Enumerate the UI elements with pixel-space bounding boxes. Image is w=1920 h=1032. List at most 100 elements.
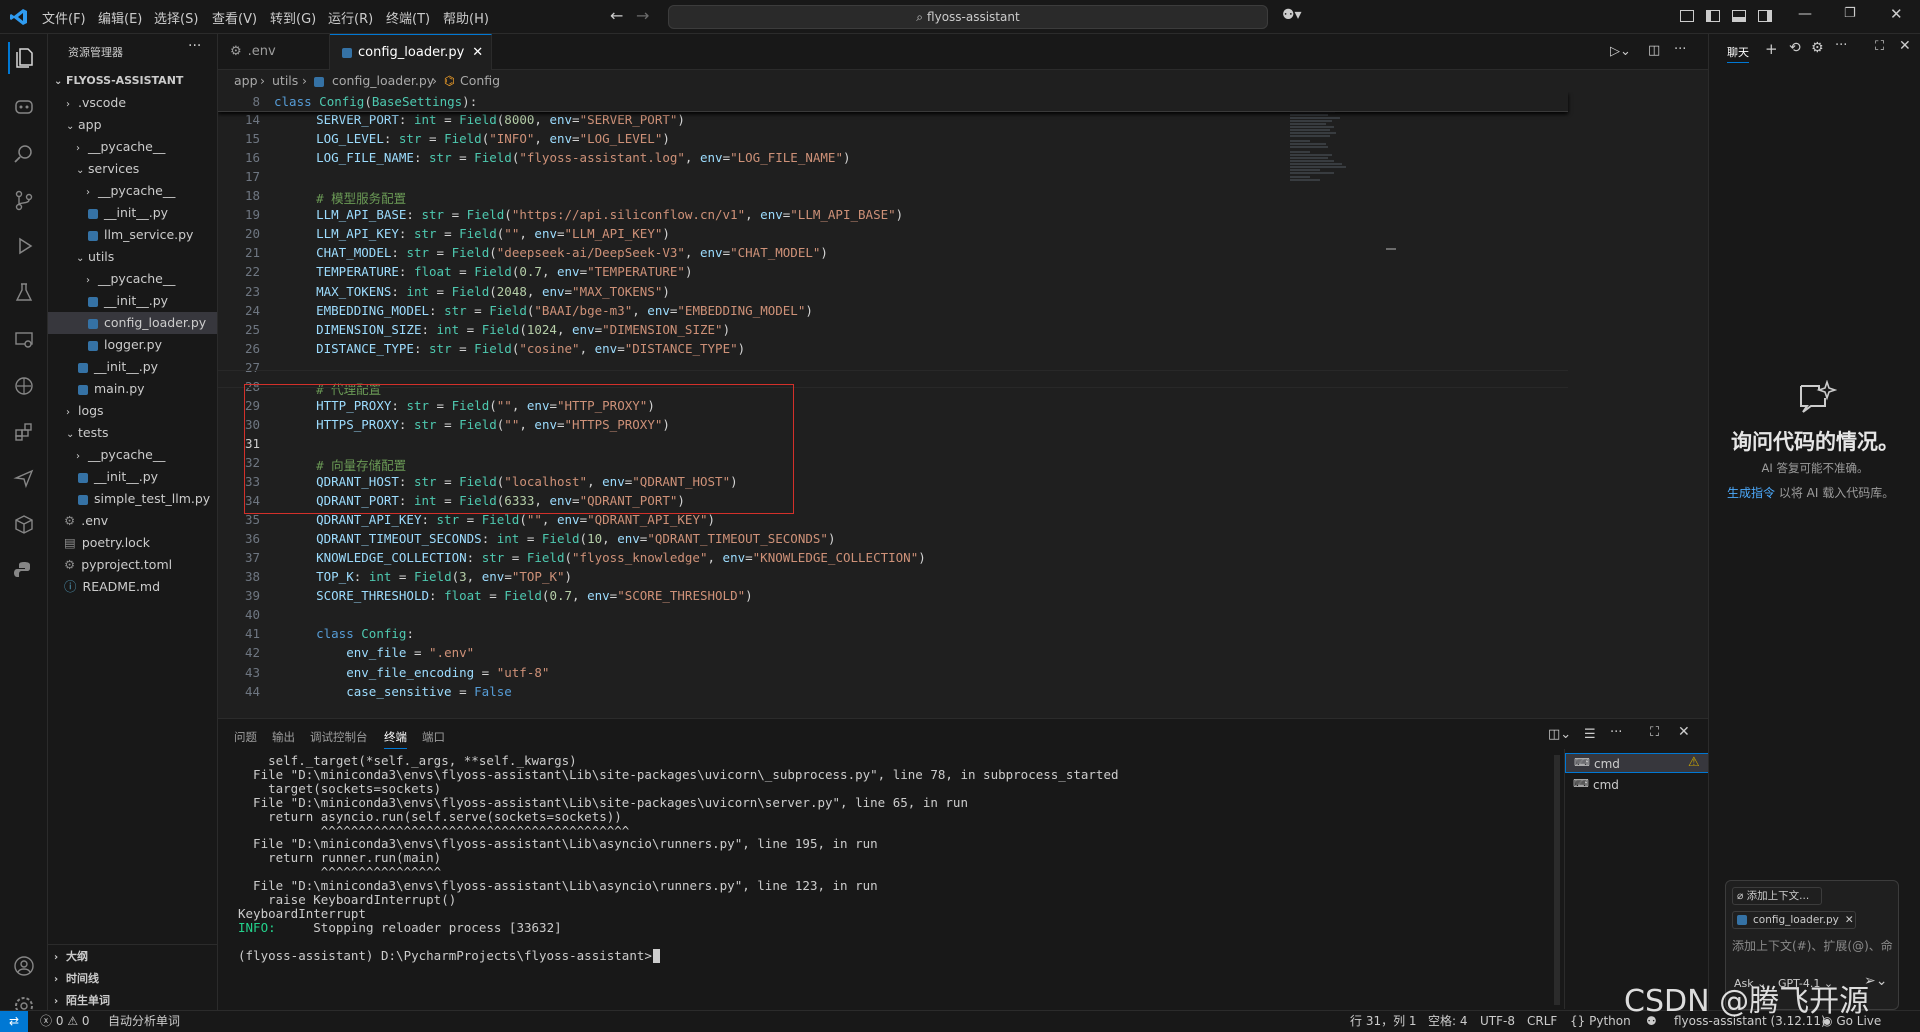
close-icon[interactable]: ✕: [1899, 38, 1911, 54]
breadcrumb-app[interactable]: app: [234, 70, 258, 92]
source-control-icon[interactable]: [8, 184, 40, 216]
cursor-position[interactable]: 行 31，列 1: [1350, 1011, 1417, 1032]
tree-item-config-loader[interactable]: config_loader.py: [88, 312, 206, 334]
tree-item[interactable]: ⌄ utils: [76, 246, 114, 268]
tree-item[interactable]: › __pycache__: [86, 180, 175, 202]
tab-terminal[interactable]: 终端: [384, 729, 407, 749]
docker-icon[interactable]: [8, 370, 40, 402]
tree-item[interactable]: › logs: [66, 400, 104, 422]
layout-customize-icon[interactable]: [1680, 10, 1694, 22]
run-debug-icon[interactable]: [8, 230, 40, 262]
tab-env[interactable]: ⚙ .env: [218, 34, 330, 70]
tab-debug-console[interactable]: 调试控制台: [310, 729, 368, 745]
tree-item[interactable]: ⓘ README.md: [64, 576, 160, 598]
breadcrumb-file[interactable]: config_loader.py: [332, 70, 434, 92]
toggle-panel-icon[interactable]: [1732, 10, 1746, 22]
gear-icon[interactable]: ⚙: [1811, 40, 1824, 56]
menu-selection[interactable]: 选择(S): [154, 8, 198, 27]
tree-item[interactable]: › __pycache__: [76, 444, 165, 466]
run-file-icon[interactable]: ▷⌄: [1610, 44, 1631, 59]
terminal-scrollbar[interactable]: [1554, 755, 1560, 1005]
unknown-words-section[interactable]: › 陌生单词: [54, 990, 110, 1012]
more-actions-icon[interactable]: ···: [1610, 725, 1622, 740]
extensions-icon[interactable]: [8, 416, 40, 448]
package-box-icon[interactable]: [8, 508, 40, 540]
more-actions-icon[interactable]: ···: [1835, 38, 1847, 53]
tree-item[interactable]: ⌄ services: [76, 158, 139, 180]
breadcrumb-utils[interactable]: utils: [272, 70, 298, 92]
tree-item[interactable]: ⚙ .env: [64, 510, 108, 532]
python-icon[interactable]: [8, 554, 40, 586]
testing-flask-icon[interactable]: [8, 276, 40, 308]
language-mode[interactable]: {} Python: [1570, 1011, 1631, 1032]
remote-indicator-icon[interactable]: ⇄: [0, 1011, 28, 1032]
sticky-scroll[interactable]: 8 class Config(BaseSettings):: [218, 92, 1568, 112]
outline-section[interactable]: › 大纲: [54, 946, 88, 968]
tree-item[interactable]: simple_test_llm.py: [78, 488, 210, 510]
close-panel-icon[interactable]: ✕: [1678, 724, 1690, 740]
tree-item[interactable]: __init__.py: [78, 356, 158, 378]
split-terminal-icon[interactable]: ◫⌄: [1548, 727, 1571, 742]
search-icon[interactable]: [8, 138, 40, 170]
tree-item[interactable]: ⌄ tests: [66, 422, 109, 444]
send-arrow-icon[interactable]: [8, 462, 40, 494]
more-actions-icon[interactable]: ···: [1674, 42, 1686, 57]
tree-item[interactable]: › .vscode: [66, 92, 126, 114]
new-chat-plus-icon[interactable]: +: [1765, 40, 1778, 58]
context-file-chip[interactable]: config_loader.py ✕: [1732, 911, 1856, 929]
tree-item[interactable]: __init__.py: [88, 290, 168, 312]
tree-item[interactable]: › __pycache__: [86, 268, 175, 290]
spell-check-status[interactable]: 自动分析单词: [108, 1011, 180, 1032]
tree-item[interactable]: logger.py: [88, 334, 162, 356]
copilot-bot-icon[interactable]: [8, 90, 40, 122]
remote-explorer-icon[interactable]: [8, 324, 40, 356]
history-icon[interactable]: ⟲: [1789, 40, 1801, 56]
chat-tab[interactable]: 聊天: [1727, 44, 1749, 63]
scrollbar-thumb[interactable]: [1386, 248, 1396, 250]
tab-ports[interactable]: 端口: [422, 729, 445, 745]
command-center-search[interactable]: ⌕ flyoss-assistant: [668, 5, 1268, 29]
copilot-icon[interactable]: ⚉▾: [1282, 7, 1302, 23]
timeline-section[interactable]: › 时间线: [54, 968, 99, 990]
problems-indicator[interactable]: ⓧ 0 ⚠ 0: [40, 1011, 90, 1032]
breadcrumb-class[interactable]: Config: [460, 70, 500, 92]
generate-instructions-link[interactable]: 生成指令: [1727, 486, 1775, 500]
split-editor-icon[interactable]: ◫: [1648, 43, 1660, 58]
explorer-icon[interactable]: [8, 42, 40, 74]
tree-item[interactable]: ⚙ pyproject.toml: [64, 554, 172, 576]
menu-terminal[interactable]: 终端(T): [386, 8, 430, 27]
toggle-sidebar-icon[interactable]: [1706, 10, 1720, 22]
forward-arrow-icon[interactable]: →: [636, 6, 649, 25]
menu-edit[interactable]: 编辑(E): [98, 8, 142, 27]
encoding[interactable]: UTF-8: [1480, 1011, 1515, 1032]
menu-go[interactable]: 转到(G): [270, 8, 316, 27]
close-icon[interactable]: ✕: [1845, 914, 1854, 926]
menu-file[interactable]: 文件(F): [42, 8, 86, 27]
restore-icon[interactable]: ❐: [1844, 6, 1856, 21]
menu-run[interactable]: 运行(R): [328, 8, 373, 27]
tree-item[interactable]: llm_service.py: [88, 224, 193, 246]
tab-output[interactable]: 输出: [272, 729, 295, 745]
tab-problems[interactable]: 问题: [234, 729, 257, 745]
chat-input[interactable]: 添加上下文(#)、扩展(@)、命: [1732, 937, 1896, 954]
minimize-icon[interactable]: —: [1798, 6, 1812, 22]
tree-item[interactable]: › __pycache__: [76, 136, 165, 158]
tree-item[interactable]: ▤ poetry.lock: [64, 532, 150, 554]
line-ending[interactable]: CRLF: [1527, 1011, 1557, 1032]
code-editor[interactable]: 8 class Config(BaseSettings): 13 SERVER_…: [218, 92, 1708, 718]
menu-view[interactable]: 查看(V): [212, 8, 257, 27]
maximize-icon[interactable]: ⛶: [1875, 39, 1884, 54]
explorer-root[interactable]: ⌄ FLYOSS-ASSISTANT: [54, 70, 183, 92]
menu-help[interactable]: 帮助(H): [443, 8, 489, 27]
account-icon[interactable]: [8, 950, 40, 982]
terminal-item-active[interactable]: ⌨ cmd ⚠: [1565, 753, 1709, 773]
close-icon[interactable]: ✕: [472, 45, 483, 60]
tree-item[interactable]: __init__.py: [88, 202, 168, 224]
terminal-item[interactable]: ⌨ cmd: [1565, 775, 1709, 795]
more-actions-icon[interactable]: ···: [188, 38, 201, 54]
indentation[interactable]: 空格: 4: [1428, 1011, 1468, 1032]
back-arrow-icon[interactable]: ←: [610, 6, 623, 25]
maximize-panel-icon[interactable]: ⛶: [1650, 725, 1659, 740]
tree-item[interactable]: ⌄ app: [66, 114, 102, 136]
toggle-secondary-sidebar-icon[interactable]: [1758, 10, 1772, 22]
